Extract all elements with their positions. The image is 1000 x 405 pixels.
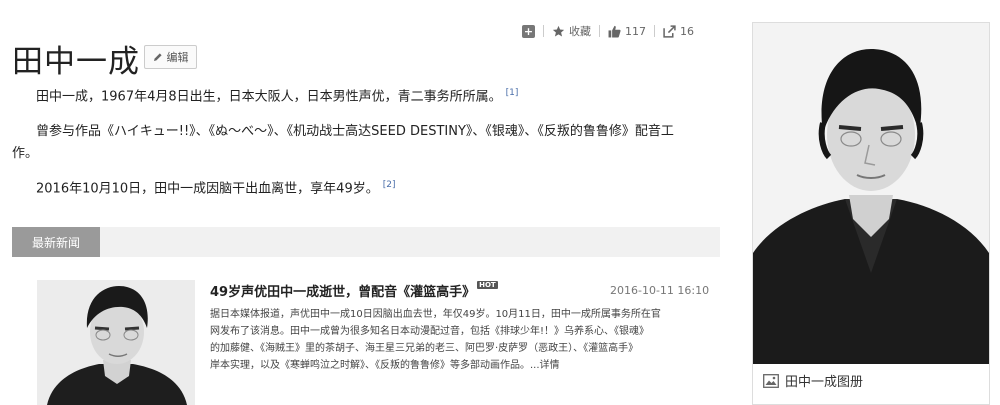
person-photo [37,280,195,405]
profile-photo[interactable] [753,23,989,364]
news-summary: 据日本媒体报道，声优田中一成10日因脑出血去世，年仅49岁。10月11日，田中一… [210,306,700,374]
news-headline-link[interactable]: 49岁声优田中一成逝世，曾配音《灌篮高手》 HOT [210,281,498,300]
intro-text: 田中一成，1967年4月8日出生，日本大阪人，日本男性声优，青二事务所所属。 [36,89,502,105]
news-header: 最新新闻 [12,227,720,257]
news-summary-line: 的加藤健、《海贼王》里的茶胡子、海王星三兄弟的老三、阿巴罗·皮萨罗（恶政王）、《… [210,343,639,354]
profile-card: 田中一成图册 [752,22,990,405]
edit-label: 编辑 [166,51,189,64]
tab-latest-news[interactable]: 最新新闻 [12,227,100,257]
star-icon [552,25,565,36]
divider [599,25,600,37]
favorite-label: 收藏 [569,25,591,38]
divider [654,25,655,37]
person-photo [753,23,989,364]
pencil-icon [153,53,162,61]
share-button[interactable]: 16 [663,25,694,38]
works-paragraph: 曾参与作品《ハイキュー!!》、《ぬ～べ～》、《机动战士高达SEED DESTIN… [12,121,724,165]
share-icon [663,24,676,38]
news-summary-line: 网发布了该消息。田中一成曾为很多知名日本动漫配过音，包括《排球少年!！》乌养系心… [210,326,650,337]
album-label: 田中一成图册 [785,375,864,390]
like-button[interactable]: 117 [608,25,646,38]
divider [543,25,544,37]
favorite-button[interactable]: 收藏 [552,23,591,39]
album-link[interactable]: 田中一成图册 [763,371,863,390]
news-headline-text: 49岁声优田中一成逝世，曾配音《灌篮高手》 [210,285,476,300]
death-text: 2016年10月10日，田中一成因脑干出血离世，享年49岁。 [36,181,379,197]
like-count: 117 [625,24,646,38]
intro-paragraph: 田中一成，1967年4月8日出生，日本大阪人，日本男性声优，青二事务所所属。 [1… [12,82,518,108]
stats-bar: + 收藏 117 16 [522,22,694,40]
plus-square-icon[interactable]: + [522,24,535,38]
works-text: 曾参与作品《ハイキュー!!》、《ぬ～べ～》、《机动战士高达SEED DESTIN… [36,124,674,139]
news-summary-line: 据日本媒体报道，声优田中一成10日因脑出血去世，年仅49岁。10月11日，田中一… [210,309,661,320]
news-summary-line: 岸本实理，以及《寒蝉鸣泣之时解》、《反叛的鲁鲁修》等多部动画作品。...详情 [210,360,560,371]
death-paragraph: 2016年10月10日，田中一成因脑干出血离世，享年49岁。 [2] [12,174,395,200]
hot-badge: HOT [477,281,498,289]
news-date: 2016-10-11 16:10 [610,284,710,297]
edit-button[interactable]: 编辑 [144,45,197,69]
news-thumbnail[interactable] [37,280,195,405]
page-title: 田中一成 [12,44,140,80]
citation-link[interactable]: [1] [506,88,519,98]
thumbs-up-icon [608,25,621,37]
share-count: 16 [680,24,694,38]
citation-link[interactable]: [2] [383,180,396,190]
image-icon [763,373,779,388]
works-text-cont: 作。 [12,146,39,161]
